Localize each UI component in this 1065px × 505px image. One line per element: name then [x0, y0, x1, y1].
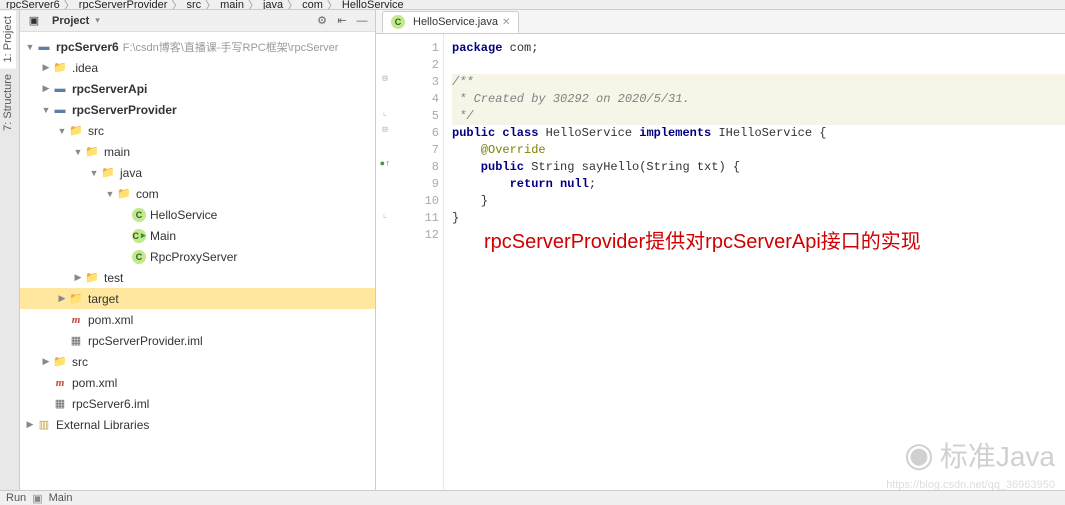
hide-icon[interactable]: — [355, 14, 369, 28]
tree-api[interactable]: ▶▬rpcServerApi [20, 78, 375, 99]
editor-tab-label: HelloService.java [413, 16, 498, 28]
dropdown-icon[interactable]: ▾ [95, 15, 100, 26]
tree-proxy-server[interactable]: CRpcProxyServer [20, 246, 375, 267]
tree-test[interactable]: ▶📁test [20, 267, 375, 288]
code-area[interactable]: package com; /** * Created by 30292 on 2… [444, 34, 1065, 490]
tree-main[interactable]: ▼📁main [20, 141, 375, 162]
tree-hello-service[interactable]: CHelloService [20, 204, 375, 225]
editor-tab-hello-service[interactable]: C HelloService.java ✕ [382, 11, 519, 33]
tree-root[interactable]: ▼▬rpcServer6F:\csdn博客\直播课-手写RPC框架\rpcSer… [20, 36, 375, 57]
breadcrumb-item[interactable]: com [302, 0, 323, 10]
target-folder-icon: 📁 [68, 291, 84, 307]
project-title: Project [52, 15, 89, 27]
breadcrumb-item[interactable]: rpcServerProvider [79, 0, 168, 10]
breadcrumb-item[interactable]: rpcServer6 [6, 0, 60, 10]
folder-icon: 📁 [84, 144, 100, 160]
settings-icon[interactable]: ⚙ [315, 14, 329, 28]
folder-icon: 📁 [52, 60, 68, 76]
tree-provider-iml[interactable]: ▦rpcServerProvider.iml [20, 330, 375, 351]
breadcrumb-item[interactable]: main [220, 0, 244, 10]
breadcrumb-item[interactable]: HelloService [342, 0, 404, 10]
run-config-icon: ▣ [32, 492, 42, 505]
project-tree[interactable]: ▼▬rpcServer6F:\csdn博客\直播课-手写RPC框架\rpcSer… [20, 32, 375, 490]
class-icon: C [132, 250, 146, 264]
line-gutter: 123456789101112 [394, 34, 444, 490]
folder-icon: 📁 [68, 123, 84, 139]
tree-pom2[interactable]: mpom.xml [20, 372, 375, 393]
class-icon: C [391, 15, 405, 29]
tab-project[interactable]: 1: Project [0, 10, 16, 68]
runnable-class-icon: C [132, 229, 146, 243]
libraries-icon: ▥ [36, 417, 52, 433]
collapse-icon[interactable]: ⇤ [335, 14, 349, 28]
editor-body[interactable]: ⊟⌞⊟●↑⌞ 123456789101112 package com; /** … [376, 34, 1065, 490]
module-icon: ▬ [52, 81, 68, 97]
tab-structure[interactable]: 7: Structure [0, 68, 16, 137]
project-header: ▣ Project ▾ ⚙ ⇤ — [20, 10, 375, 32]
editor-panel: C HelloService.java ✕ ⊟⌞⊟●↑⌞ 12345678910… [376, 10, 1065, 490]
breadcrumb-item[interactable]: java [263, 0, 283, 10]
close-tab-icon[interactable]: ✕ [502, 17, 510, 28]
run-config-name[interactable]: Main [49, 492, 73, 504]
run-tab[interactable]: Run [6, 492, 26, 504]
module-icon: ▬ [52, 102, 68, 118]
tree-pom[interactable]: mpom.xml [20, 309, 375, 330]
left-tool-tabs: 1: Project 7: Structure [0, 10, 20, 490]
bottom-tool-bar: Run ▣ Main [0, 490, 1065, 505]
project-tool-window: ▣ Project ▾ ⚙ ⇤ — ▼▬rpcServer6F:\csdn博客\… [20, 10, 376, 490]
breadcrumb-item[interactable]: src [186, 0, 201, 10]
class-icon: C [132, 208, 146, 222]
maven-icon: m [68, 312, 84, 328]
project-view-icon: ▣ [26, 13, 42, 29]
iml-icon: ▦ [68, 333, 84, 349]
tree-idea[interactable]: ▶📁.idea [20, 57, 375, 78]
tree-java[interactable]: ▼📁java [20, 162, 375, 183]
tree-target[interactable]: ▶📁target [20, 288, 375, 309]
editor-tabs: C HelloService.java ✕ [376, 10, 1065, 34]
tree-provider[interactable]: ▼▬rpcServerProvider [20, 99, 375, 120]
tree-src[interactable]: ▼📁src [20, 120, 375, 141]
breadcrumb: rpcServer6〉rpcServerProvider〉src〉main〉ja… [0, 0, 1065, 10]
tree-root-iml[interactable]: ▦rpcServer6.iml [20, 393, 375, 414]
gutter-fold: ⊟⌞⊟●↑⌞ [376, 34, 394, 490]
tree-com[interactable]: ▼📁com [20, 183, 375, 204]
source-folder-icon: 📁 [100, 165, 116, 181]
folder-icon: 📁 [84, 270, 100, 286]
tree-external-libs[interactable]: ▶▥External Libraries [20, 414, 375, 435]
tree-src2[interactable]: ▶📁src [20, 351, 375, 372]
folder-icon: 📁 [52, 354, 68, 370]
package-icon: 📁 [116, 186, 132, 202]
iml-icon: ▦ [52, 396, 68, 412]
module-icon: ▬ [36, 39, 52, 55]
maven-icon: m [52, 375, 68, 391]
tree-main-class[interactable]: CMain [20, 225, 375, 246]
